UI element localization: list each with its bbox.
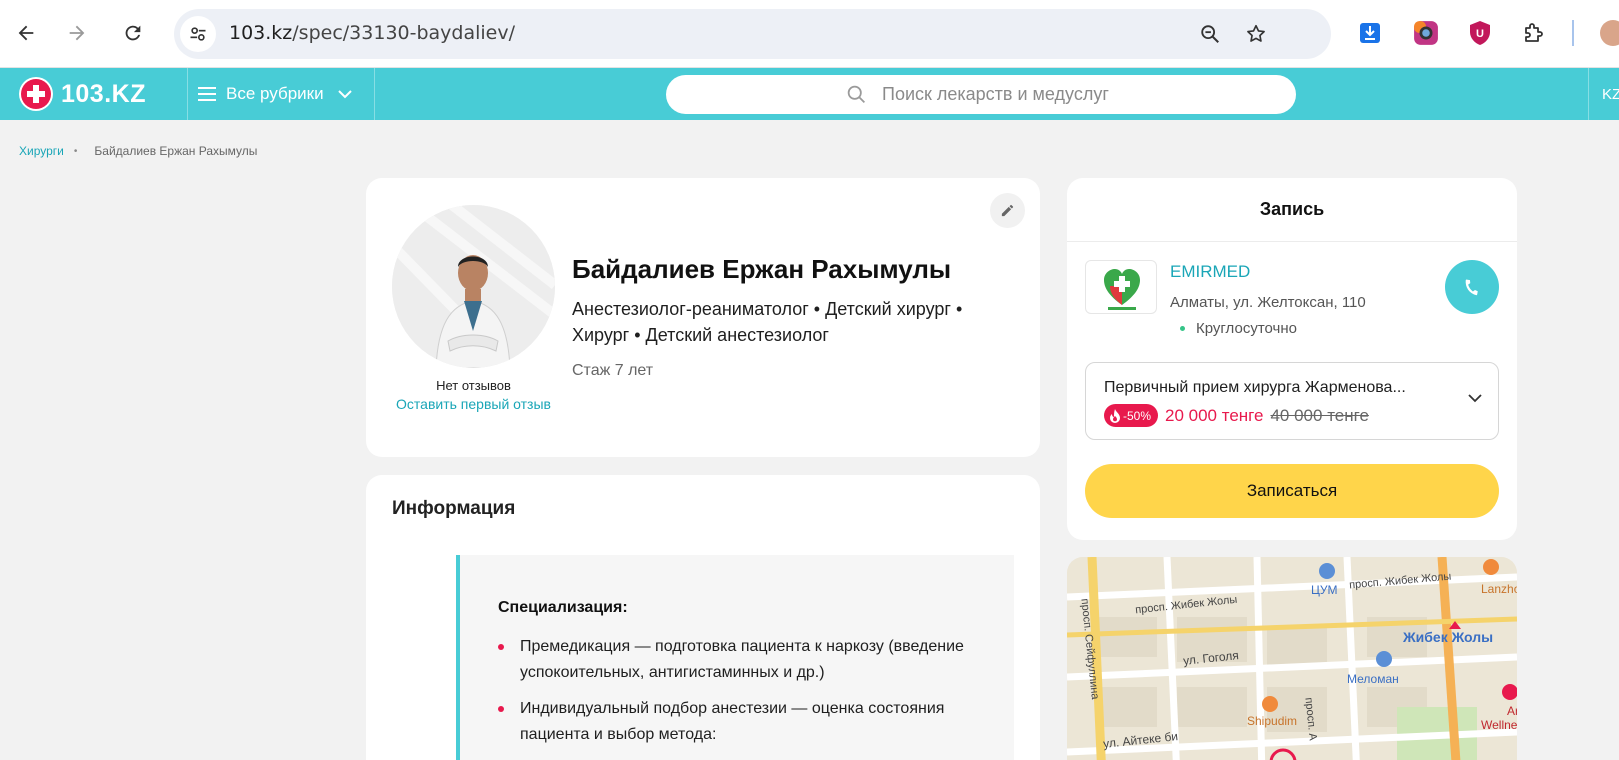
arrow-left-icon bbox=[18, 25, 34, 41]
call-button[interactable] bbox=[1445, 260, 1499, 314]
leave-review-link[interactable]: Оставить первый отзыв bbox=[392, 395, 555, 413]
map-label-cum: ЦУМ bbox=[1311, 583, 1338, 597]
header-divider bbox=[374, 68, 375, 120]
map-label-poi: Меломан bbox=[1347, 672, 1399, 686]
language-switch[interactable]: KZ bbox=[1602, 86, 1619, 103]
profile-avatar-icon[interactable] bbox=[1600, 20, 1619, 46]
menu-icon bbox=[198, 87, 216, 101]
zoom-icon[interactable] bbox=[1196, 20, 1224, 48]
reload-button[interactable] bbox=[114, 14, 152, 52]
book-appointment-button[interactable]: Записаться bbox=[1085, 464, 1499, 518]
search-input[interactable] bbox=[882, 75, 1262, 114]
map[interactable]: ЦУМ просп. Жибек Жолы просп. Жибек Жолы … bbox=[1067, 557, 1517, 760]
clinic-name-link[interactable]: EMIRMED bbox=[1170, 262, 1250, 282]
site-header: 103.KZ Все рубрики KZ bbox=[0, 68, 1619, 120]
specialization-heading: Специализация: bbox=[498, 599, 628, 616]
fire-icon bbox=[1110, 408, 1120, 423]
map-label-poi: Ar bbox=[1507, 704, 1517, 718]
bullet-icon bbox=[498, 644, 504, 650]
doctor-photo bbox=[392, 205, 555, 368]
information-card: Информация Специализация: Премедикация —… bbox=[366, 475, 1040, 760]
url-path: /spec/33130-baydaliev/ bbox=[292, 22, 516, 44]
discount-badge: -50% bbox=[1104, 404, 1159, 427]
search-icon bbox=[847, 85, 865, 103]
header-divider bbox=[187, 68, 188, 120]
breadcrumb-current: Байдалиев Ержан Рахымулы bbox=[94, 144, 258, 158]
chevron-down-icon bbox=[1468, 394, 1482, 403]
clinic-logo[interactable] bbox=[1085, 260, 1157, 314]
address-bar[interactable]: 103.kz/spec/33130-baydaliev/ bbox=[174, 9, 1331, 59]
svg-text:U: U bbox=[1476, 28, 1484, 40]
cross-logo-icon bbox=[19, 77, 53, 111]
toolbar-divider bbox=[1572, 20, 1574, 46]
list-item: Индивидуальный подбор анестезии — оценка… bbox=[498, 696, 998, 748]
price-old: 40 000 тенге bbox=[1270, 405, 1369, 425]
doctor-profile-card: Нет отзывов Оставить первый отзыв Байдал… bbox=[366, 178, 1040, 457]
browser-toolbar: 103.kz/spec/33130-baydaliev/ U bbox=[0, 0, 1619, 68]
price-row: -50% 20 000 тенге 40 000 тенге bbox=[1104, 404, 1369, 427]
bullet-icon bbox=[498, 706, 504, 712]
list-item-text: Премедикация — подготовка пациента к нар… bbox=[520, 638, 964, 681]
map-label-poi: Lanzho bbox=[1481, 582, 1517, 596]
map-label-metro: Жибек Жолы bbox=[1403, 629, 1494, 645]
forward-button[interactable] bbox=[58, 14, 96, 52]
service-dropdown[interactable]: Первичный прием хирурга Жарменова... -50… bbox=[1085, 362, 1499, 440]
logo-text: 103.KZ bbox=[61, 79, 146, 108]
arrow-right-icon bbox=[69, 25, 85, 41]
map-label-poi: Wellne bbox=[1481, 718, 1517, 732]
site-info-icon[interactable] bbox=[180, 16, 216, 52]
no-reviews-text: Нет отзывов bbox=[436, 378, 511, 393]
rubrics-label: Все рубрики bbox=[226, 84, 324, 103]
service-name: Первичный прием хирурга Жарменова... bbox=[1104, 379, 1406, 396]
reload-icon bbox=[125, 25, 141, 41]
specialization-box: Специализация: Премедикация — подготовка… bbox=[456, 555, 1014, 760]
map-label-poi: Shipudim bbox=[1247, 714, 1298, 728]
pencil-icon bbox=[1001, 204, 1014, 217]
site-logo[interactable]: 103.KZ bbox=[19, 77, 146, 111]
information-title: Информация bbox=[392, 498, 516, 519]
booking-title: Запись bbox=[1067, 178, 1517, 242]
list-item: Премедикация — подготовка пациента к нар… bbox=[498, 634, 998, 686]
breadcrumb-separator: • bbox=[73, 145, 78, 157]
breadcrumb-link-surgeons[interactable]: Хирурги bbox=[19, 144, 64, 158]
map-canvas bbox=[1067, 557, 1517, 760]
edit-button[interactable] bbox=[990, 193, 1025, 228]
header-divider bbox=[1588, 68, 1589, 120]
price-new: 20 000 тенге bbox=[1165, 405, 1264, 425]
phone-icon bbox=[1465, 279, 1478, 296]
url-text: 103.kz/spec/33130-baydaliev/ bbox=[229, 22, 515, 44]
clinic-hours: Круглосуточно bbox=[1180, 320, 1297, 337]
camera-extension-icon[interactable] bbox=[1411, 18, 1441, 48]
status-dot-icon bbox=[1180, 326, 1185, 331]
download-icon[interactable] bbox=[1355, 18, 1385, 48]
url-host: 103.kz bbox=[229, 22, 293, 44]
discount-value: -50% bbox=[1123, 408, 1152, 423]
breadcrumb: Хирурги • Байдалиев Ержан Рахымулы bbox=[19, 144, 257, 158]
doctor-experience: Стаж 7 лет bbox=[572, 362, 654, 379]
list-item-text: Индивидуальный подбор анестезии — оценка… bbox=[520, 700, 945, 743]
all-rubrics-menu[interactable]: Все рубрики bbox=[198, 68, 352, 120]
chevron-down-icon bbox=[337, 90, 352, 99]
shield-extension-icon[interactable]: U bbox=[1465, 18, 1495, 48]
back-button[interactable] bbox=[7, 14, 45, 52]
bookmark-star-icon[interactable] bbox=[1242, 20, 1270, 48]
clinic-hours-text: Круглосуточно bbox=[1196, 320, 1297, 337]
doctor-specialties: Анестезиолог-реаниматолог • Детский хиру… bbox=[572, 299, 963, 345]
booking-card: Запись EMIRMED Алматы, ул. Желтоксан, 11… bbox=[1067, 178, 1517, 540]
puzzle-extensions-icon[interactable] bbox=[1518, 18, 1548, 48]
clinic-address: Алматы, ул. Желтоксан, 110 bbox=[1170, 294, 1366, 311]
site-search-bar[interactable] bbox=[666, 75, 1296, 114]
doctor-name: Байдалиев Ержан Рахымулы bbox=[572, 254, 952, 284]
